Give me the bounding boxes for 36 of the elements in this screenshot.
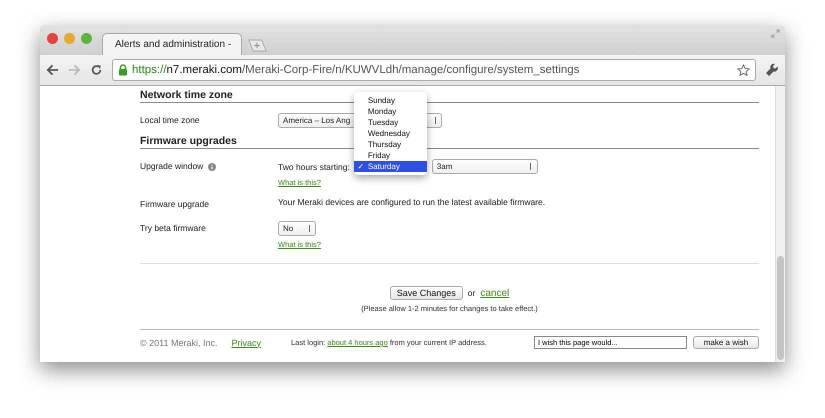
field-label: Firmware upgrade	[140, 199, 209, 209]
menu-item[interactable]: Wednesday	[354, 128, 427, 139]
back-icon[interactable]	[46, 64, 59, 76]
copyright-text: © 2011 Meraki, Inc.	[140, 338, 218, 348]
save-button[interactable]: Save Changes	[390, 286, 463, 300]
field-text: Two hours starting:	[278, 162, 350, 172]
wrench-icon[interactable]	[765, 63, 779, 77]
star-icon[interactable]	[737, 64, 750, 76]
reload-icon[interactable]	[90, 64, 103, 76]
scrollbar-thumb[interactable]	[777, 256, 784, 360]
or-text: or	[468, 288, 476, 298]
menu-item[interactable]: Monday	[354, 106, 427, 117]
browser-tab[interactable]: Alerts and administration -	[102, 33, 242, 55]
menu-item[interactable]: Friday	[354, 150, 427, 161]
address-bar[interactable]: https://n7.meraki.com/Meraki-Corp-Fire/n/KUWVLdh/manage/configure/system_settings	[112, 59, 756, 81]
menu-item[interactable]: Tuesday	[354, 117, 427, 128]
field-label: Try beta firmware	[140, 223, 206, 233]
cancel-link[interactable]: cancel	[480, 288, 510, 298]
fullscreen-icon[interactable]	[771, 29, 780, 38]
privacy-link[interactable]: Privacy	[232, 338, 262, 348]
menu-item[interactable]: ✓ Saturday	[354, 161, 427, 172]
menu-item[interactable]: Thursday	[354, 139, 427, 150]
lock-icon	[118, 64, 128, 76]
field-label: Upgrade window	[140, 161, 204, 171]
new-tab-icon[interactable]	[246, 39, 268, 52]
dropdown[interactable]: No	[278, 221, 316, 236]
url-text: https://n7.meraki.com/Meraki-Corp-Fire/n/KUWVLdh/manage/configure/system_settings	[132, 64, 580, 76]
menu-item[interactable]: Sunday	[354, 95, 427, 106]
zoom-icon[interactable]	[81, 32, 92, 44]
field-text: Your Meraki devices are configured to run the latest available firmware.	[278, 197, 546, 207]
field-label: Local time zone	[140, 115, 200, 125]
forward-icon[interactable]	[68, 64, 81, 76]
close-icon[interactable]	[47, 32, 58, 44]
info-icon[interactable]	[208, 163, 216, 171]
time-dropdown[interactable]: 3am	[432, 159, 538, 174]
make-wish-button[interactable]: make a wish	[693, 336, 759, 349]
